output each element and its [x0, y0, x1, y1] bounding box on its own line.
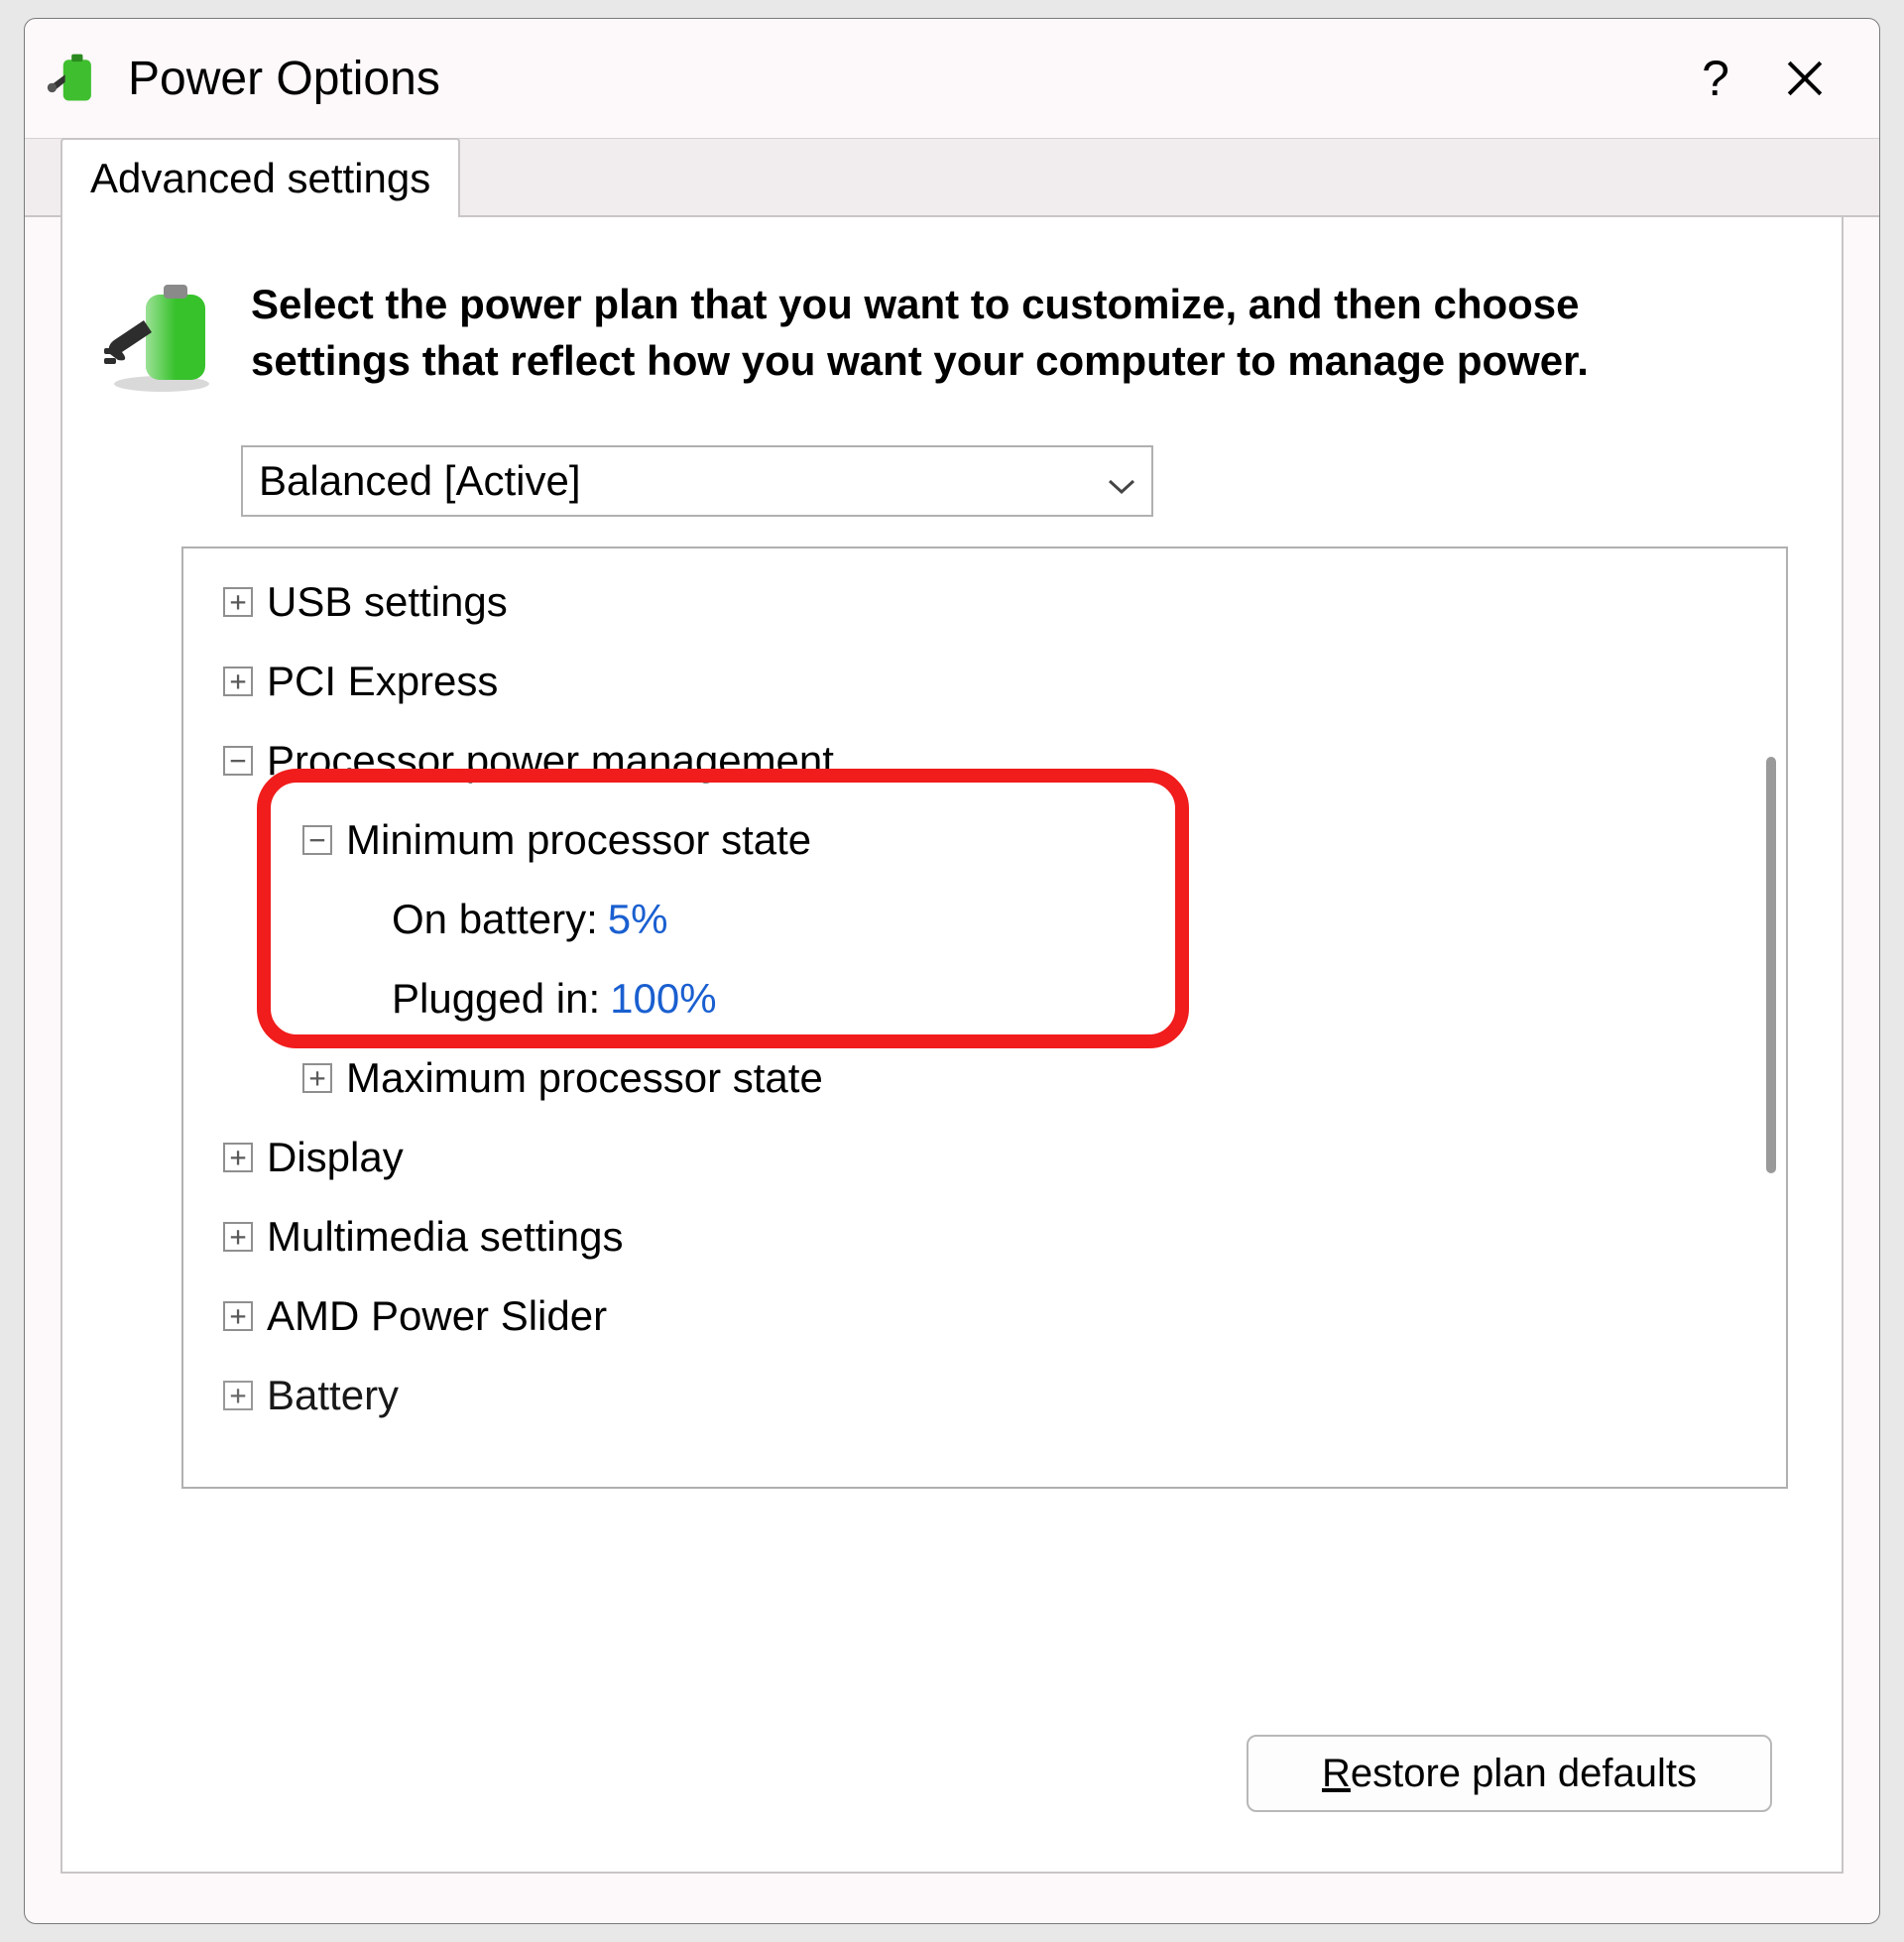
restore-plan-defaults-button[interactable]: Restore plan defaults	[1247, 1735, 1772, 1812]
plugged-in-value[interactable]: 100%	[610, 978, 716, 1020]
tree-value-plugged-in[interactable]: Plugged in: 100%	[203, 959, 1750, 1038]
intro-text: Select the power plan that you want to c…	[251, 277, 1679, 389]
on-battery-value[interactable]: 5%	[608, 899, 668, 940]
tab-label: Advanced settings	[90, 155, 430, 202]
collapse-icon[interactable]: −	[223, 746, 253, 776]
expand-icon[interactable]: +	[223, 1143, 253, 1172]
intro-row: Select the power plan that you want to c…	[102, 277, 1802, 396]
power-plan-dropdown[interactable]: Balanced [Active]	[241, 445, 1153, 517]
tree-content: + USB settings + PCI Express − Processor…	[183, 548, 1786, 1435]
footer-buttons: Restore plan defaults	[1247, 1735, 1772, 1812]
collapse-icon[interactable]: −	[302, 825, 332, 855]
tree-item-amd-power-slider[interactable]: + AMD Power Slider	[203, 1276, 1750, 1356]
tree-item-usb-settings[interactable]: + USB settings	[203, 562, 1750, 642]
tree-item-display[interactable]: + Display	[203, 1118, 1750, 1197]
tab-page: Select the power plan that you want to c…	[60, 217, 1844, 1874]
tree-value-on-battery[interactable]: On battery: 5%	[203, 880, 1750, 959]
expand-icon[interactable]: +	[223, 587, 253, 617]
expand-icon[interactable]: +	[223, 667, 253, 696]
expand-icon[interactable]: +	[223, 1301, 253, 1331]
tree-item-multimedia-settings[interactable]: + Multimedia settings	[203, 1197, 1750, 1276]
tree-item-battery[interactable]: + Battery	[203, 1356, 1750, 1435]
tree-item-minimum-processor-state[interactable]: − Minimum processor state	[203, 800, 1750, 880]
settings-tree: + USB settings + PCI Express − Processor…	[181, 546, 1788, 1489]
tab-strip: Advanced settings	[25, 138, 1879, 217]
tree-item-pci-express[interactable]: + PCI Express	[203, 642, 1750, 721]
chevron-down-icon	[1108, 457, 1135, 505]
scrollbar-thumb[interactable]	[1766, 757, 1776, 1173]
help-button[interactable]: ?	[1671, 34, 1760, 123]
expand-icon[interactable]: +	[223, 1381, 253, 1410]
dialog-title: Power Options	[128, 52, 1671, 106]
close-icon	[1786, 60, 1824, 97]
power-options-dialog: Power Options ? Advanced settings	[24, 18, 1880, 1924]
title-bar: Power Options ?	[25, 19, 1879, 138]
tree-item-maximum-processor-state[interactable]: + Maximum processor state	[203, 1038, 1750, 1118]
power-plan-selected: Balanced [Active]	[259, 457, 581, 505]
tree-item-processor-power-management[interactable]: − Processor power management	[203, 721, 1750, 800]
expand-icon[interactable]: +	[302, 1063, 332, 1093]
vertical-scrollbar[interactable]	[1756, 548, 1786, 1487]
battery-plug-large-icon	[102, 277, 221, 396]
tab-advanced-settings[interactable]: Advanced settings	[60, 138, 460, 219]
expand-icon[interactable]: +	[223, 1222, 253, 1252]
close-button[interactable]	[1760, 34, 1849, 123]
power-plug-battery-icon	[45, 49, 104, 108]
